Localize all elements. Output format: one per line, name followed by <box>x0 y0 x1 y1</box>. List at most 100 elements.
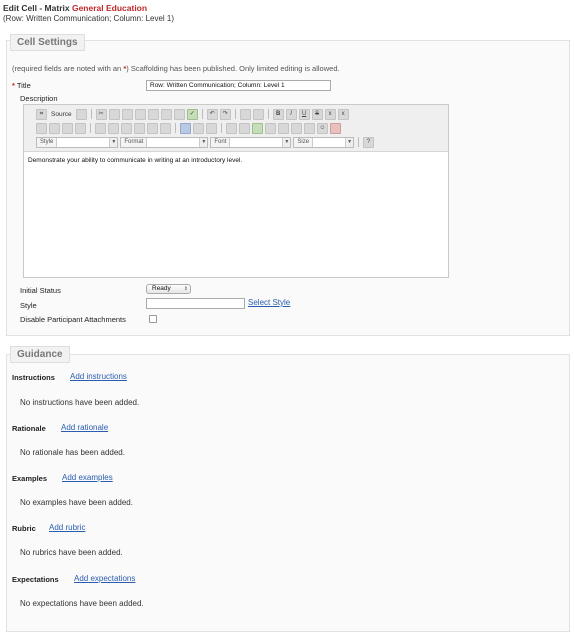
size-dropdown[interactable]: Size ▼ <box>293 136 355 148</box>
guidance-legend: Guidance <box>10 346 70 363</box>
subscript-icon[interactable]: x <box>324 108 336 120</box>
smiley-icon[interactable]: ☺ <box>317 122 328 134</box>
toolbar-separator <box>221 123 222 133</box>
rubric-empty-text: No rubrics have been added. <box>20 548 123 557</box>
preview-icon[interactable] <box>75 108 87 120</box>
link-icon[interactable] <box>180 122 191 134</box>
outdent-icon[interactable] <box>62 122 73 134</box>
horizontal-rule-icon[interactable] <box>226 122 237 134</box>
expectations-label: Expectations <box>12 575 59 584</box>
toolbar-separator <box>234 109 236 119</box>
replace-icon[interactable] <box>252 108 264 120</box>
help-icon[interactable]: ? <box>363 136 375 148</box>
toolbar-separator <box>90 123 91 133</box>
initial-status-select[interactable]: Ready ⇕ <box>146 284 191 294</box>
special-char-icon[interactable] <box>239 122 250 134</box>
add-instructions-link[interactable]: Add instructions <box>70 372 127 381</box>
paste-icon[interactable] <box>121 108 133 120</box>
guidance-fieldset <box>6 354 570 632</box>
bulleted-list-icon[interactable] <box>49 122 60 134</box>
instructions-empty-text: No instructions have been added. <box>20 398 140 407</box>
cut-icon[interactable]: ✂ <box>95 108 107 120</box>
rubric-label: Rubric <box>12 524 36 533</box>
format-dropdown[interactable]: Format ▼ <box>120 136 209 148</box>
disable-attachments-checkbox[interactable] <box>149 315 157 323</box>
eraser-icon[interactable] <box>173 108 185 120</box>
chevron-down-icon: ▼ <box>109 137 118 147</box>
superscript-icon[interactable]: x <box>337 108 349 120</box>
instructions-label: Instructions <box>12 373 55 382</box>
required-note-suffix: ) Scaffolding has been published. Only l… <box>126 64 340 73</box>
initial-status-label: Initial Status <box>20 286 61 295</box>
style-dropdown[interactable]: Style ▼ <box>36 136 119 148</box>
description-editor: ⌗ Source ✂ ✓ ↶ ↷ B I U S x x ☺ Style ▼ F… <box>23 104 449 278</box>
chevron-down-icon: ▼ <box>199 137 208 147</box>
expectations-empty-text: No expectations have been added. <box>20 599 144 608</box>
select-arrows-icon: ⇕ <box>183 286 188 292</box>
table-icon[interactable] <box>160 108 172 120</box>
align-right-icon[interactable] <box>121 122 132 134</box>
required-note-prefix: (required fields are noted with an <box>12 64 124 73</box>
spellcheck-icon[interactable]: ✓ <box>186 108 198 120</box>
iframe-icon[interactable] <box>291 122 302 134</box>
format-dropdown-label: Format <box>121 137 148 147</box>
rationale-empty-text: No rationale has been added. <box>20 448 125 457</box>
flash-icon[interactable] <box>265 122 276 134</box>
page-title: Edit Cell - Matrix General Education <box>3 3 147 13</box>
title-input[interactable]: Row: Written Communication; Column: Leve… <box>146 80 331 91</box>
title-label-text: Title <box>16 81 31 90</box>
style-input[interactable] <box>146 298 245 309</box>
align-center-icon[interactable] <box>108 122 119 134</box>
toolbar-separator <box>201 109 203 119</box>
image-icon[interactable] <box>252 122 263 134</box>
font-dropdown-label: Font <box>211 137 231 147</box>
underline-icon[interactable]: U <box>298 108 310 120</box>
redo-icon[interactable]: ↷ <box>219 108 231 120</box>
editor-toolbar: ⌗ Source ✂ ✓ ↶ ↷ B I U S x x ☺ Style ▼ F… <box>24 105 448 152</box>
select-style-link[interactable]: Select Style <box>248 298 290 307</box>
page-subtitle: (Row: Written Communication; Column: Lev… <box>3 14 175 23</box>
background-color-icon[interactable] <box>160 122 171 134</box>
media-icon[interactable] <box>278 122 289 134</box>
source-button[interactable]: Source <box>49 111 74 118</box>
add-expectations-link[interactable]: Add expectations <box>74 574 135 583</box>
italic-icon[interactable]: I <box>285 108 297 120</box>
toolbar-separator <box>90 109 92 119</box>
title-label: * Title <box>12 81 31 90</box>
add-rubric-link[interactable]: Add rubric <box>49 523 85 532</box>
align-left-icon[interactable] <box>95 122 106 134</box>
description-label: Description <box>20 94 58 103</box>
examples-label: Examples <box>12 474 48 483</box>
copy-icon[interactable] <box>108 108 120 120</box>
matrix-name: General Education <box>71 3 148 13</box>
source-icon[interactable]: ⌗ <box>36 108 47 120</box>
style-dropdown-label: Style <box>37 137 58 147</box>
disable-attachments-label: Disable Participant Attachments <box>20 315 126 324</box>
add-rationale-link[interactable]: Add rationale <box>61 423 108 432</box>
undo-icon[interactable]: ↶ <box>206 108 218 120</box>
find-icon[interactable] <box>239 108 251 120</box>
align-justify-icon[interactable] <box>134 122 145 134</box>
title-required-star: * <box>12 81 15 90</box>
text-color-icon[interactable] <box>147 122 158 134</box>
unlink-icon[interactable] <box>193 122 204 134</box>
page-title-prefix: Edit Cell - Matrix <box>3 3 72 13</box>
bold-icon[interactable]: B <box>272 108 284 120</box>
strikethrough-icon[interactable]: S <box>311 108 323 120</box>
settings-icon[interactable] <box>330 122 341 134</box>
paste-word-icon[interactable] <box>147 108 159 120</box>
examples-empty-text: No examples have been added. <box>20 498 133 507</box>
toolbar-separator <box>175 123 176 133</box>
numbered-list-icon[interactable] <box>36 122 47 134</box>
add-examples-link[interactable]: Add examples <box>62 473 113 482</box>
toolbar-row-1: ⌗ Source ✂ ✓ ↶ ↷ B I U S x x <box>36 108 349 120</box>
style-label: Style <box>20 301 37 310</box>
indent-icon[interactable] <box>75 122 86 134</box>
editor-content[interactable]: Demonstrate your ability to communicate … <box>28 157 242 164</box>
font-dropdown[interactable]: Font ▼ <box>210 136 292 148</box>
chevron-down-icon: ▼ <box>345 137 354 147</box>
page-break-icon[interactable] <box>304 122 315 134</box>
paste-text-icon[interactable] <box>134 108 146 120</box>
toolbar-separator <box>267 109 269 119</box>
anchor-icon[interactable] <box>206 122 217 134</box>
